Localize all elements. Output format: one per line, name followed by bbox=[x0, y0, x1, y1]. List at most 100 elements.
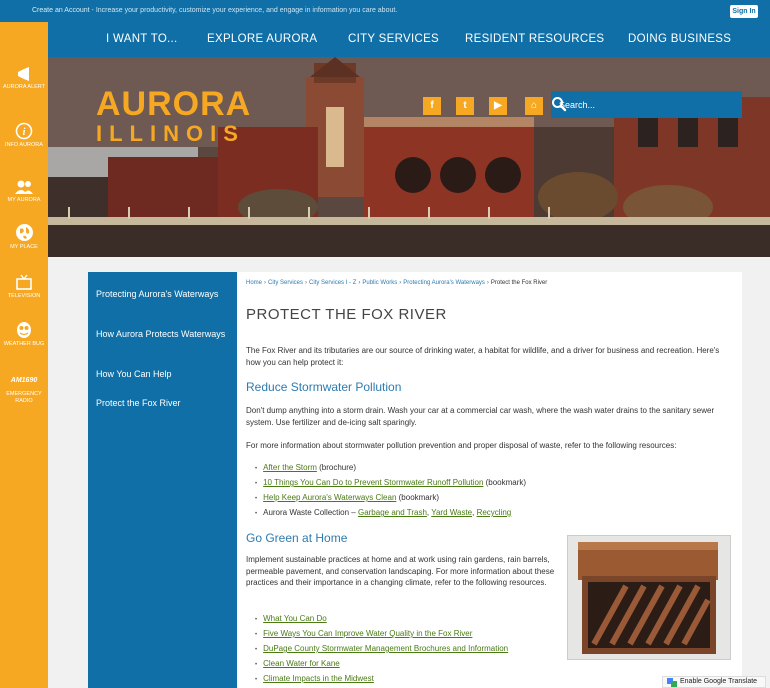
list-item: 10 Things You Can Do to Prevent Stormwat… bbox=[255, 475, 526, 490]
sidenav-item-protecting-waterways[interactable]: Protecting Aurora's Waterways bbox=[96, 288, 231, 300]
content-area: Protecting Aurora's Waterways How Aurora… bbox=[48, 257, 770, 688]
search-input[interactable] bbox=[559, 97, 709, 112]
television-label: TELEVISION bbox=[7, 293, 41, 299]
list-item: Climate Impacts in the Midwest bbox=[255, 671, 508, 686]
breadcrumb-separator: › bbox=[264, 280, 267, 286]
resource-link-10-things[interactable]: 10 Things You Can Do to Prevent Stormwat… bbox=[263, 478, 483, 487]
weather-bug-link[interactable]: WEATHER BUG bbox=[0, 319, 48, 348]
page-title: PROTECT THE FOX RIVER bbox=[246, 306, 447, 323]
resource-link-dupage-brochures[interactable]: DuPage County Stormwater Management Broc… bbox=[263, 644, 508, 653]
section-heading-reduce-stormwater: Reduce Stormwater Pollution bbox=[246, 380, 402, 394]
search-box bbox=[551, 91, 742, 118]
resource-link-yard-waste[interactable]: Yard Waste bbox=[431, 508, 472, 517]
nav-resident-resources[interactable]: RESIDENT RESOURCES bbox=[465, 33, 604, 45]
stormwater-resource-list: After the Storm (brochure) 10 Things You… bbox=[255, 460, 526, 520]
breadcrumb-separator: › bbox=[358, 280, 361, 286]
breadcrumb-separator: › bbox=[305, 280, 308, 286]
tv-icon bbox=[16, 274, 32, 290]
people-icon bbox=[15, 180, 33, 194]
hero-banner: AURORA ILLINOIS f t ▶ ⌂ bbox=[48, 57, 770, 257]
google-translate-button[interactable]: Enable Google Translate bbox=[662, 676, 766, 688]
logo-illinois-text[interactable]: ILLINOIS bbox=[96, 121, 245, 147]
list-item: Clean Water for Kane bbox=[255, 656, 508, 671]
home-icon[interactable]: ⌂ bbox=[525, 97, 543, 115]
resource-type: (brochure) bbox=[316, 463, 357, 472]
aurora-alert-label: AURORA ALERT bbox=[2, 84, 46, 90]
section-sidenav: Protecting Aurora's Waterways How Aurora… bbox=[88, 272, 237, 688]
list-item: What You Can Do bbox=[255, 611, 508, 626]
nav-city-services[interactable]: CITY SERVICES bbox=[348, 33, 439, 45]
logo-aurora-text[interactable]: AURORA bbox=[96, 85, 251, 124]
twitter-icon[interactable]: t bbox=[456, 97, 474, 115]
breadcrumb-separator: › bbox=[486, 280, 489, 286]
sign-in-button[interactable]: Sign In bbox=[730, 5, 758, 18]
breadcrumb-protecting-waterways[interactable]: Protecting Aurora's Waterways bbox=[403, 280, 485, 286]
breadcrumb-city-services-i-z[interactable]: City Services I - Z bbox=[309, 280, 356, 286]
info-aurora-label: INFO AURORA bbox=[5, 142, 43, 148]
resource-link-after-the-storm[interactable]: After the Storm bbox=[263, 463, 317, 472]
weatherbug-icon bbox=[17, 322, 31, 338]
list-item: DuPage County Stormwater Management Broc… bbox=[255, 641, 508, 656]
create-account-text: Create an Account - Increase your produc… bbox=[32, 7, 397, 14]
resource-link-recycling[interactable]: Recycling bbox=[477, 508, 512, 517]
nav-i-want-to[interactable]: I WANT TO... bbox=[106, 33, 178, 45]
search-icon[interactable] bbox=[551, 96, 567, 112]
my-aurora-label: MY AURORA bbox=[7, 197, 41, 203]
my-aurora-link[interactable]: MY AURORA bbox=[0, 179, 48, 204]
resource-type: (bookmark) bbox=[396, 493, 440, 502]
emergency-radio-link[interactable]: AM1690 EMERGENCY RADIO bbox=[0, 375, 48, 405]
intro-paragraph: The Fox River and its tributaries are ou… bbox=[246, 346, 720, 367]
create-account-link[interactable]: Create an Account bbox=[32, 7, 90, 14]
breadcrumb-city-services[interactable]: City Services bbox=[268, 280, 303, 286]
waste-collection-label: Aurora Waste Collection – bbox=[263, 508, 358, 517]
list-item: After the Storm (brochure) bbox=[255, 460, 526, 475]
section-heading-go-green: Go Green at Home bbox=[246, 531, 348, 545]
info-icon: i bbox=[15, 122, 33, 140]
am-radio-logo: AM1690 bbox=[10, 377, 38, 384]
aurora-alert-link[interactable]: AURORA ALERT bbox=[0, 66, 48, 91]
main-navigation: I WANT TO... EXPLORE AURORA CITY SERVICE… bbox=[48, 22, 770, 57]
resource-link-garbage-trash[interactable]: Garbage and Trash bbox=[358, 508, 427, 517]
television-link[interactable]: TELEVISION bbox=[0, 273, 48, 300]
breadcrumb-home[interactable]: Home bbox=[246, 280, 262, 286]
stormwater-resources-intro: For more information about stormwater po… bbox=[246, 441, 677, 450]
megaphone-icon bbox=[18, 67, 29, 81]
sidenav-item-how-aurora-protects[interactable]: How Aurora Protects Waterways bbox=[96, 328, 231, 340]
breadcrumb-current: Protect the Fox River bbox=[490, 280, 548, 286]
breadcrumb-public-works[interactable]: Public Works bbox=[362, 280, 397, 286]
svg-text:i: i bbox=[23, 127, 26, 138]
resource-link-five-ways[interactable]: Five Ways You Can Improve Water Quality … bbox=[263, 629, 472, 638]
nav-doing-business[interactable]: DOING BUSINESS bbox=[628, 33, 731, 45]
resource-type: (bookmark) bbox=[483, 478, 527, 487]
nav-explore-aurora[interactable]: EXPLORE AURORA bbox=[207, 33, 317, 45]
go-green-paragraph: Implement sustainable practices at home … bbox=[246, 555, 555, 587]
google-translate-label: Enable Google Translate bbox=[680, 678, 758, 685]
youtube-icon[interactable]: ▶ bbox=[489, 97, 507, 115]
sidenav-item-how-you-can-help[interactable]: How You Can Help bbox=[96, 368, 231, 380]
info-aurora-link[interactable]: i INFO AURORA bbox=[0, 122, 48, 149]
resource-link-keep-waterways-clean[interactable]: Help Keep Aurora's Waterways Clean bbox=[263, 493, 396, 502]
resource-link-climate-impacts[interactable]: Climate Impacts in the Midwest bbox=[263, 674, 374, 683]
announcement-bar: Create an Account - Increase your produc… bbox=[0, 0, 770, 22]
resource-link-clean-water-kane[interactable]: Clean Water for Kane bbox=[263, 659, 340, 668]
list-item: Aurora Waste Collection – Garbage and Tr… bbox=[255, 505, 526, 520]
main-content: Home › City Services › City Services I - Z › P… bbox=[237, 272, 742, 688]
list-item: Five Ways You Can Improve Water Quality … bbox=[255, 626, 508, 641]
sidenav-item-protect-fox-river[interactable]: Protect the Fox River bbox=[96, 397, 231, 409]
breadcrumb: Home › City Services › City Services I - Z › P… bbox=[246, 280, 547, 286]
google-translate-icon bbox=[667, 678, 677, 687]
quick-links-sidebar: AURORA ALERT i INFO AURORA MY AURORA MY … bbox=[0, 22, 48, 688]
facebook-icon[interactable]: f bbox=[423, 97, 441, 115]
weather-bug-label: WEATHER BUG bbox=[3, 341, 45, 347]
my-place-link[interactable]: MY PLACE bbox=[0, 223, 48, 251]
breadcrumb-separator: › bbox=[399, 280, 402, 286]
storm-drain-photo bbox=[567, 535, 731, 660]
go-green-resource-list: What You Can Do Five Ways You Can Improv… bbox=[255, 611, 508, 686]
create-account-description: - Increase your productivity, customize … bbox=[89, 7, 398, 14]
storm-drain-image bbox=[568, 536, 730, 659]
stormwater-paragraph: Don't dump anything into a storm drain. … bbox=[246, 406, 715, 427]
resource-link-what-you-can-do[interactable]: What You Can Do bbox=[263, 614, 327, 623]
globe-icon bbox=[15, 224, 33, 241]
emergency-radio-label: EMERGENCY RADIO bbox=[6, 391, 42, 404]
list-item: Help Keep Aurora's Waterways Clean (book… bbox=[255, 490, 526, 505]
